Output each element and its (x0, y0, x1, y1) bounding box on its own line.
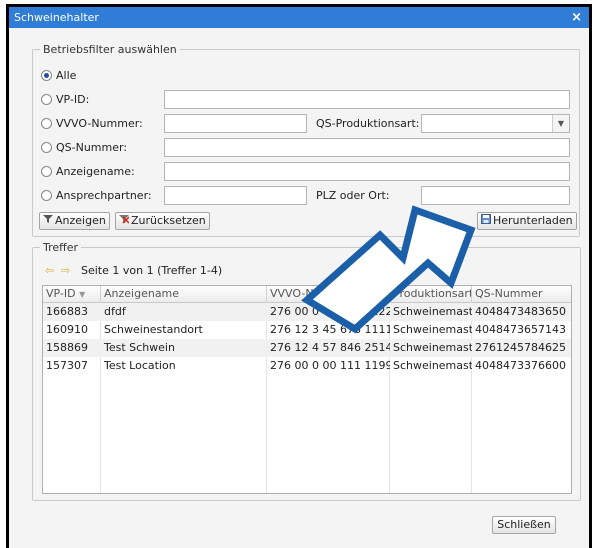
radio-label-alle: Alle (56, 69, 77, 82)
filter-icon (43, 213, 53, 229)
cell-qs-nummer: 4048473483650 (475, 305, 566, 318)
close-icon[interactable]: × (571, 7, 582, 28)
herunterladen-button[interactable]: Herunterladen (477, 212, 577, 230)
table-row[interactable]: 157307 Test Location 276 00 0 00 111 119… (43, 357, 571, 375)
cell-vvvo: 276 12 3 45 678 1111 (270, 323, 390, 336)
zuruecksetzen-button[interactable]: Zurücksetzen (115, 212, 210, 230)
next-page-icon[interactable]: ⇨ (61, 264, 70, 277)
radio-button-vp-id[interactable] (41, 94, 52, 105)
cell-anzeigename: Test Location (104, 359, 176, 372)
pager-text: Seite 1 von 1 (Treffer 1-4) (81, 264, 223, 277)
previous-page-icon[interactable]: ⇦ (45, 264, 54, 277)
vp-id-input[interactable] (164, 90, 570, 109)
vvvo-input[interactable] (164, 114, 307, 133)
reset-filter-icon (119, 213, 130, 229)
radio-label-anzeigename: Anzeigename: (56, 165, 135, 178)
herunterladen-label: Herunterladen (493, 214, 573, 227)
dialog-window: Schweinehalter × Betriebsfilter auswähle… (6, 4, 592, 548)
sort-down-icon: ▼ (79, 290, 86, 299)
ansprechpartner-input[interactable] (164, 186, 307, 205)
cell-produktionsart: Schweinemast (393, 305, 472, 318)
cell-anzeigename: Test Schwein (104, 341, 175, 354)
column-header-anzeigename[interactable]: Anzeigename (101, 286, 267, 302)
qs-produktionsart-select[interactable]: ▼ (421, 114, 570, 133)
cell-vp-id: 166883 (46, 305, 88, 318)
results-table: VP-ID ▼ Anzeigename VVVO-Nummer Produkti… (42, 285, 572, 494)
column-header-vp-id[interactable]: VP-ID ▼ (43, 286, 101, 302)
zuruecksetzen-label: Zurücksetzen (131, 214, 206, 227)
cell-anzeigename: dfdf (104, 305, 126, 318)
cell-produktionsart: Schweinemast (393, 323, 472, 336)
column-header-qs-nummer[interactable]: QS-Nummer (472, 286, 571, 302)
anzeigen-button[interactable]: Anzeigen (39, 212, 110, 230)
radio-label-ansprechpartner: Ansprechpartner: (56, 189, 152, 202)
cell-vvvo: 276 00 0 00 111 1199 (270, 359, 390, 372)
anzeigename-input[interactable] (164, 162, 570, 181)
radio-button-anzeigename[interactable] (41, 166, 52, 177)
radio-button-ansprechpartner[interactable] (41, 190, 52, 201)
radio-button-alle[interactable] (41, 70, 52, 81)
cell-produktionsart: Schweinemast (393, 359, 472, 372)
schliessen-button[interactable]: Schließen (492, 516, 556, 534)
chevron-down-icon[interactable]: ▼ (552, 115, 569, 132)
save-icon (481, 213, 491, 229)
cell-vp-id: 158869 (46, 341, 88, 354)
table-row[interactable]: 166883 dfdf 276 00 0 00 111 2222 Schwein… (43, 303, 571, 321)
cell-produktionsart: Schweinemast (393, 341, 472, 354)
window-title: Schweinehalter (14, 11, 99, 24)
cell-qs-nummer: 4048473376600 (475, 359, 566, 372)
cell-qs-nummer: 4048473657143 (475, 323, 566, 336)
radio-label-vvvo: VVVO-Nummer: (56, 117, 143, 130)
cell-vp-id: 160910 (46, 323, 88, 336)
radio-button-vvvo[interactable] (41, 118, 52, 129)
column-header-vvvo[interactable]: VVVO-Nummer (267, 286, 390, 302)
cell-vvvo: 276 12 4 57 846 2514 (270, 341, 390, 354)
table-header: VP-ID ▼ Anzeigename VVVO-Nummer Produkti… (43, 286, 571, 303)
results-fieldset: Treffer ⇦ ⇨ Seite 1 von 1 (Treffer 1-4) … (32, 241, 581, 501)
cell-vp-id: 157307 (46, 359, 88, 372)
column-header-produktionsart[interactable]: Produktionsart (390, 286, 472, 302)
radio-button-qs[interactable] (41, 142, 52, 153)
table-row[interactable]: 160910 Schweinestandort 276 12 3 45 678 … (43, 321, 571, 339)
radio-label-qs: QS-Nummer: (56, 141, 128, 154)
table-row[interactable]: 158869 Test Schwein 276 12 4 57 846 2514… (43, 339, 571, 357)
qs-input[interactable] (164, 138, 570, 157)
plz-input[interactable] (421, 186, 570, 205)
radio-label-vp-id: VP-ID: (56, 93, 90, 106)
qs-produktionsart-label: QS-Produktionsart: (316, 117, 420, 130)
plz-label: PLZ oder Ort: (316, 189, 390, 202)
title-bar: Schweinehalter × (9, 7, 589, 28)
filter-legend: Betriebsfilter auswählen (40, 43, 180, 56)
cell-vvvo: 276 00 0 00 111 2222 (270, 305, 390, 318)
anzeigen-label: Anzeigen (55, 214, 106, 227)
cell-anzeigename: Schweinestandort (104, 323, 203, 336)
filter-fieldset: Betriebsfilter auswählen Alle VP-ID: VVV… (32, 43, 580, 237)
schliessen-label: Schließen (497, 518, 551, 531)
cell-qs-nummer: 2761245784625 (475, 341, 566, 354)
results-legend: Treffer (40, 241, 82, 254)
